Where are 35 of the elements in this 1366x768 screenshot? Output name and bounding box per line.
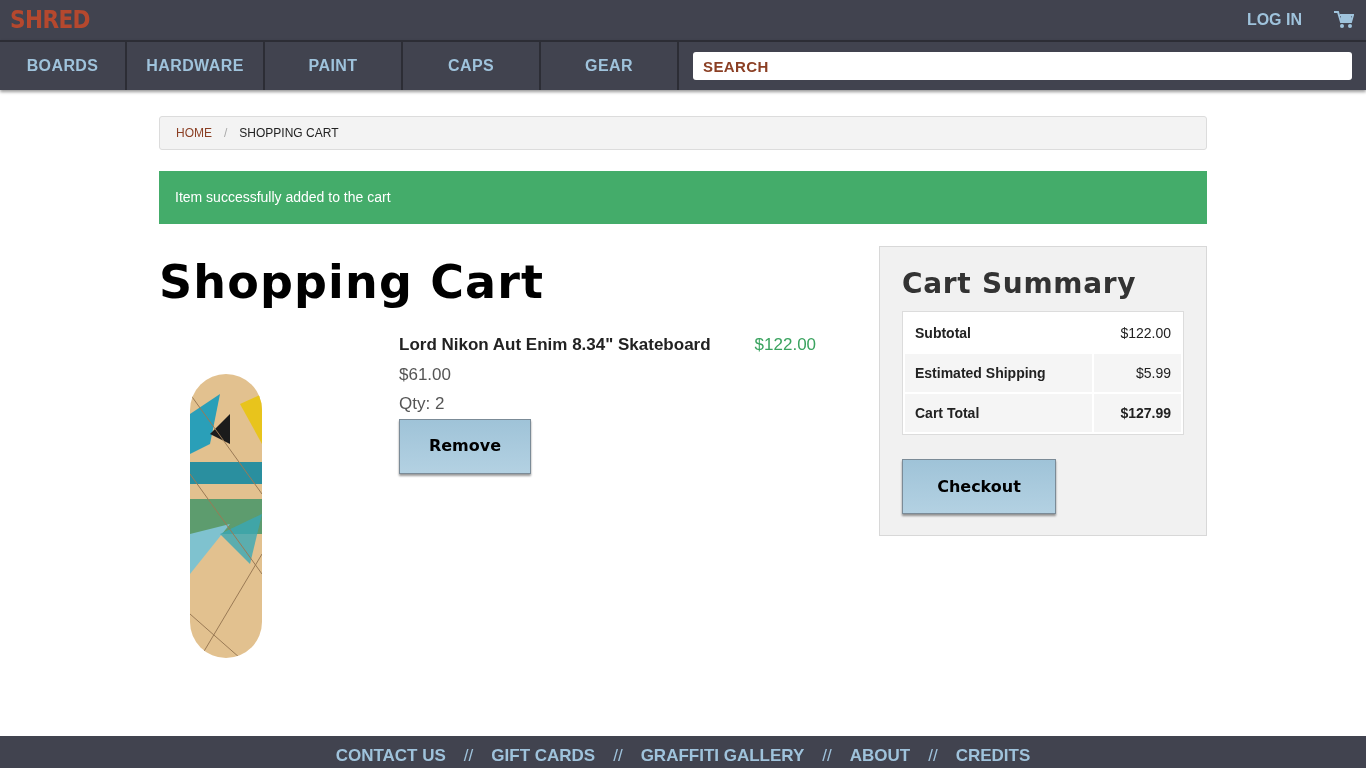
summary-value: $127.99 — [1119, 403, 1172, 423]
page-title: Shopping Cart — [159, 254, 546, 311]
footer-link[interactable]: CREDITS — [955, 745, 1031, 767]
summary-label: Estimated Shipping — [914, 363, 1047, 383]
footer-link[interactable]: GIFT CARDS — [491, 745, 596, 767]
quantity: Qty: 2 — [399, 393, 446, 415]
nav-item[interactable]: GEAR — [541, 42, 679, 90]
cart-icon[interactable] — [1334, 11, 1354, 29]
search-field[interactable]: SEARCH — [693, 52, 1352, 80]
login-link[interactable]: LOG IN — [1246, 8, 1302, 32]
footer-separator: // — [613, 745, 623, 767]
footer-link[interactable]: CONTACT US — [335, 745, 446, 767]
summary-label: Cart Total — [914, 403, 981, 423]
breadcrumb-current: SHOPPING CART — [239, 125, 339, 142]
remove-button[interactable]: Remove — [399, 418, 531, 474]
footer-separator: // — [928, 745, 938, 767]
nav-item[interactable]: CAPS — [403, 42, 541, 90]
line-total: $122.00 — [754, 334, 817, 356]
success-alert: Item successfully added to the cart — [159, 171, 1207, 224]
summary-label: Subtotal — [914, 323, 972, 343]
breadcrumb-divider: / — [224, 125, 228, 142]
summary-title: Cart Summary — [902, 266, 1138, 302]
nav-item[interactable]: PAINT — [265, 42, 403, 90]
product-name[interactable]: Lord Nikon Aut Enim 8.34" Skateboard — [399, 332, 711, 358]
nav-item[interactable]: HARDWARE — [127, 42, 265, 90]
unit-price: $61.00 — [399, 363, 452, 386]
footer-separator: // — [822, 745, 832, 767]
checkout-button[interactable]: Checkout — [902, 459, 1056, 514]
summary-value: $122.00 — [1119, 323, 1172, 343]
footer-separator: // — [463, 745, 474, 767]
nav-item[interactable]: BOARDS — [0, 42, 127, 90]
footer-link[interactable]: GRAFFITI GALLERY — [640, 745, 805, 767]
breadcrumb-link[interactable]: HOME — [176, 124, 212, 142]
summary-value: $5.99 — [1134, 363, 1172, 383]
footer-link[interactable]: ABOUT — [849, 745, 911, 767]
